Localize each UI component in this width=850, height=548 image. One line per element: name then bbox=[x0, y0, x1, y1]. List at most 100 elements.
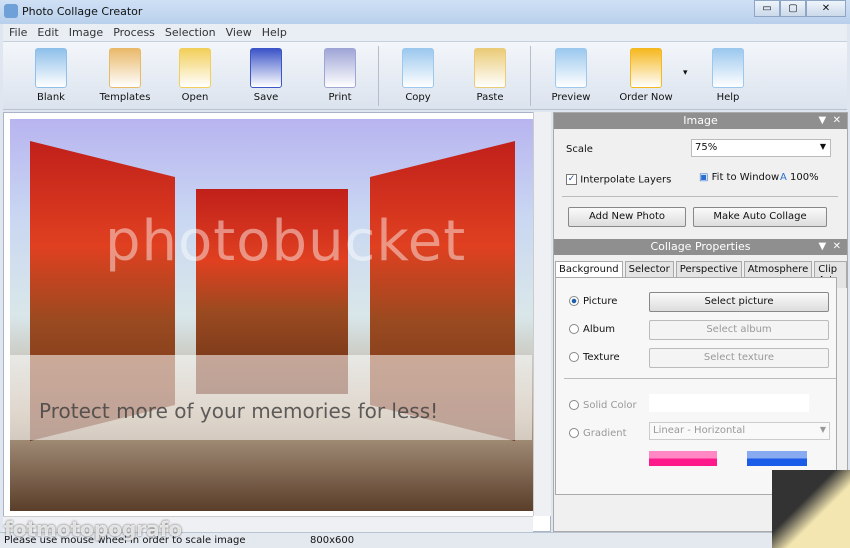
add-new-photo-button[interactable]: Add New Photo bbox=[568, 207, 686, 227]
interpolate-label: Interpolate Layers bbox=[580, 174, 672, 186]
floppy-icon bbox=[250, 48, 282, 88]
toolbar-copy-button[interactable]: Copy bbox=[388, 48, 448, 103]
status-hint: Please use mouse wheel in order to scale… bbox=[4, 535, 246, 546]
scale-select[interactable]: 75% ▼ bbox=[691, 139, 831, 157]
panel-close-icon[interactable]: ✕ bbox=[833, 241, 841, 252]
radio-album[interactable]: Album bbox=[569, 324, 615, 335]
select-album-button[interactable]: Select album bbox=[649, 320, 829, 340]
panel-menu-icon[interactable]: ▼ bbox=[819, 115, 827, 126]
collage-canvas[interactable]: photobucket bbox=[10, 119, 533, 511]
palette-icon bbox=[109, 48, 141, 88]
album-label: Album bbox=[583, 324, 616, 335]
radio-solid-color[interactable]: Solid Color bbox=[569, 400, 637, 411]
menu-edit[interactable]: Edit bbox=[37, 26, 58, 39]
scale-label: Scale bbox=[566, 144, 593, 155]
menu-selection[interactable]: Selection bbox=[165, 26, 216, 39]
toolbar-order-now-button[interactable]: Order Now bbox=[616, 48, 676, 103]
select-picture-button[interactable]: Select picture bbox=[649, 292, 829, 312]
zoom-100-button[interactable]: A 100% bbox=[780, 172, 819, 183]
gradient-color-1[interactable] bbox=[649, 451, 717, 466]
collage-properties-title: Collage Properties bbox=[650, 240, 751, 253]
toolbar-open-button[interactable]: Open bbox=[165, 48, 225, 103]
folder-open-icon bbox=[179, 48, 211, 88]
toolbar-label: Order Now bbox=[619, 92, 673, 103]
fit-to-window-button[interactable]: ▣ Fit to Window bbox=[699, 172, 779, 183]
toolbar-label: Print bbox=[328, 92, 352, 103]
toolbar-templates-button[interactable]: Templates bbox=[95, 48, 155, 103]
status-image-size: 800x600 bbox=[310, 535, 355, 546]
toolbar-label: Copy bbox=[405, 92, 431, 103]
maximize-button[interactable]: ▢ bbox=[780, 0, 806, 17]
canvas-area[interactable]: photobucket bbox=[3, 112, 551, 532]
toolbar-separator bbox=[378, 46, 379, 106]
checkbox-check-icon: ✓ bbox=[566, 174, 577, 185]
menu-help[interactable]: Help bbox=[262, 26, 287, 39]
menu-bar: File Edit Image Process Selection View H… bbox=[3, 24, 847, 42]
solid-color-swatch[interactable] bbox=[649, 394, 809, 412]
radio-texture[interactable]: Texture bbox=[569, 352, 620, 363]
title-bar: Photo Collage Creator ▭ ▢ ✕ bbox=[0, 0, 850, 24]
photobucket-watermark: photobucket bbox=[105, 209, 467, 274]
close-button[interactable]: ✕ bbox=[806, 0, 846, 17]
zoom-100-label: 100% bbox=[790, 172, 819, 183]
fit-label: Fit to Window bbox=[711, 172, 780, 183]
toolbar-print-button[interactable]: Print bbox=[310, 48, 370, 103]
window-title: Photo Collage Creator bbox=[22, 5, 143, 18]
toolbar: ▾ Blank Templates Open Save Print Copy Paste Pr… bbox=[3, 42, 847, 110]
order-dropdown-arrow[interactable]: ▾ bbox=[683, 68, 688, 78]
toolbar-paste-button[interactable]: Paste bbox=[460, 48, 520, 103]
toolbar-label: Help bbox=[716, 92, 740, 103]
collage-properties-header: Collage Properties ▼ ✕ bbox=[554, 239, 847, 255]
background-tab-content: Picture Select picture Album Select albu… bbox=[555, 277, 837, 495]
key-sun-icon bbox=[630, 48, 662, 88]
interpolate-layers-checkbox[interactable]: ✓ Interpolate Layers bbox=[566, 174, 671, 186]
scale-value: 75% bbox=[695, 142, 718, 153]
collage-photo-left[interactable] bbox=[30, 141, 175, 441]
actual-size-icon: A bbox=[780, 172, 787, 183]
collage-photo-right[interactable] bbox=[370, 141, 515, 441]
gradient-value: Linear - Horizontal bbox=[653, 425, 746, 436]
radio-picture[interactable]: Picture bbox=[569, 296, 617, 307]
vertical-scrollbar[interactable] bbox=[533, 112, 551, 516]
toolbar-preview-button[interactable]: Preview bbox=[541, 48, 601, 103]
texture-label: Texture bbox=[583, 352, 620, 363]
solid-color-label: Solid Color bbox=[583, 400, 637, 411]
image-panel-header: Image ▼ ✕ bbox=[554, 113, 847, 129]
panel-menu-icon[interactable]: ▼ bbox=[819, 241, 827, 252]
toolbar-save-button[interactable]: Save bbox=[236, 48, 296, 103]
menu-image[interactable]: Image bbox=[69, 26, 103, 39]
radio-icon bbox=[569, 400, 579, 410]
toolbar-label: Open bbox=[181, 92, 209, 103]
toolbar-label: Templates bbox=[99, 92, 151, 103]
divider bbox=[562, 196, 838, 197]
toolbar-blank-button[interactable]: Blank bbox=[21, 48, 81, 103]
status-bar: Please use mouse wheel in order to scale… bbox=[0, 532, 850, 548]
image-panel-title: Image bbox=[683, 114, 718, 127]
side-panel: Image ▼ ✕ Scale 75% ▼ ✓ Interpolate Layer… bbox=[553, 112, 848, 532]
paste-icon bbox=[474, 48, 506, 88]
toolbar-label: Blank bbox=[37, 92, 65, 103]
printer-icon bbox=[324, 48, 356, 88]
radio-icon bbox=[569, 352, 579, 362]
blank-doc-icon bbox=[35, 48, 67, 88]
make-auto-collage-button[interactable]: Make Auto Collage bbox=[693, 207, 827, 227]
toolbar-label: Preview bbox=[551, 92, 591, 103]
gradient-type-select[interactable]: Linear - Horizontal ▼ bbox=[649, 422, 830, 440]
radio-gradient[interactable]: Gradient bbox=[569, 428, 627, 439]
menu-process[interactable]: Process bbox=[113, 26, 155, 39]
radio-icon bbox=[569, 428, 579, 438]
toolbar-separator bbox=[530, 46, 531, 106]
app-icon bbox=[4, 4, 18, 18]
minimize-button[interactable]: ▭ bbox=[754, 0, 780, 17]
horizontal-scrollbar[interactable] bbox=[3, 516, 533, 532]
panel-close-icon[interactable]: ✕ bbox=[833, 115, 841, 126]
gradient-label: Gradient bbox=[583, 428, 627, 439]
radio-icon bbox=[569, 296, 579, 306]
toolbar-help-button[interactable]: Help bbox=[698, 48, 758, 103]
select-texture-button[interactable]: Select texture bbox=[649, 348, 829, 368]
gradient-color-2[interactable] bbox=[747, 451, 807, 466]
menu-file[interactable]: File bbox=[9, 26, 27, 39]
picture-label: Picture bbox=[583, 296, 618, 307]
toolbar-label: Paste bbox=[476, 92, 504, 103]
menu-view[interactable]: View bbox=[226, 26, 252, 39]
